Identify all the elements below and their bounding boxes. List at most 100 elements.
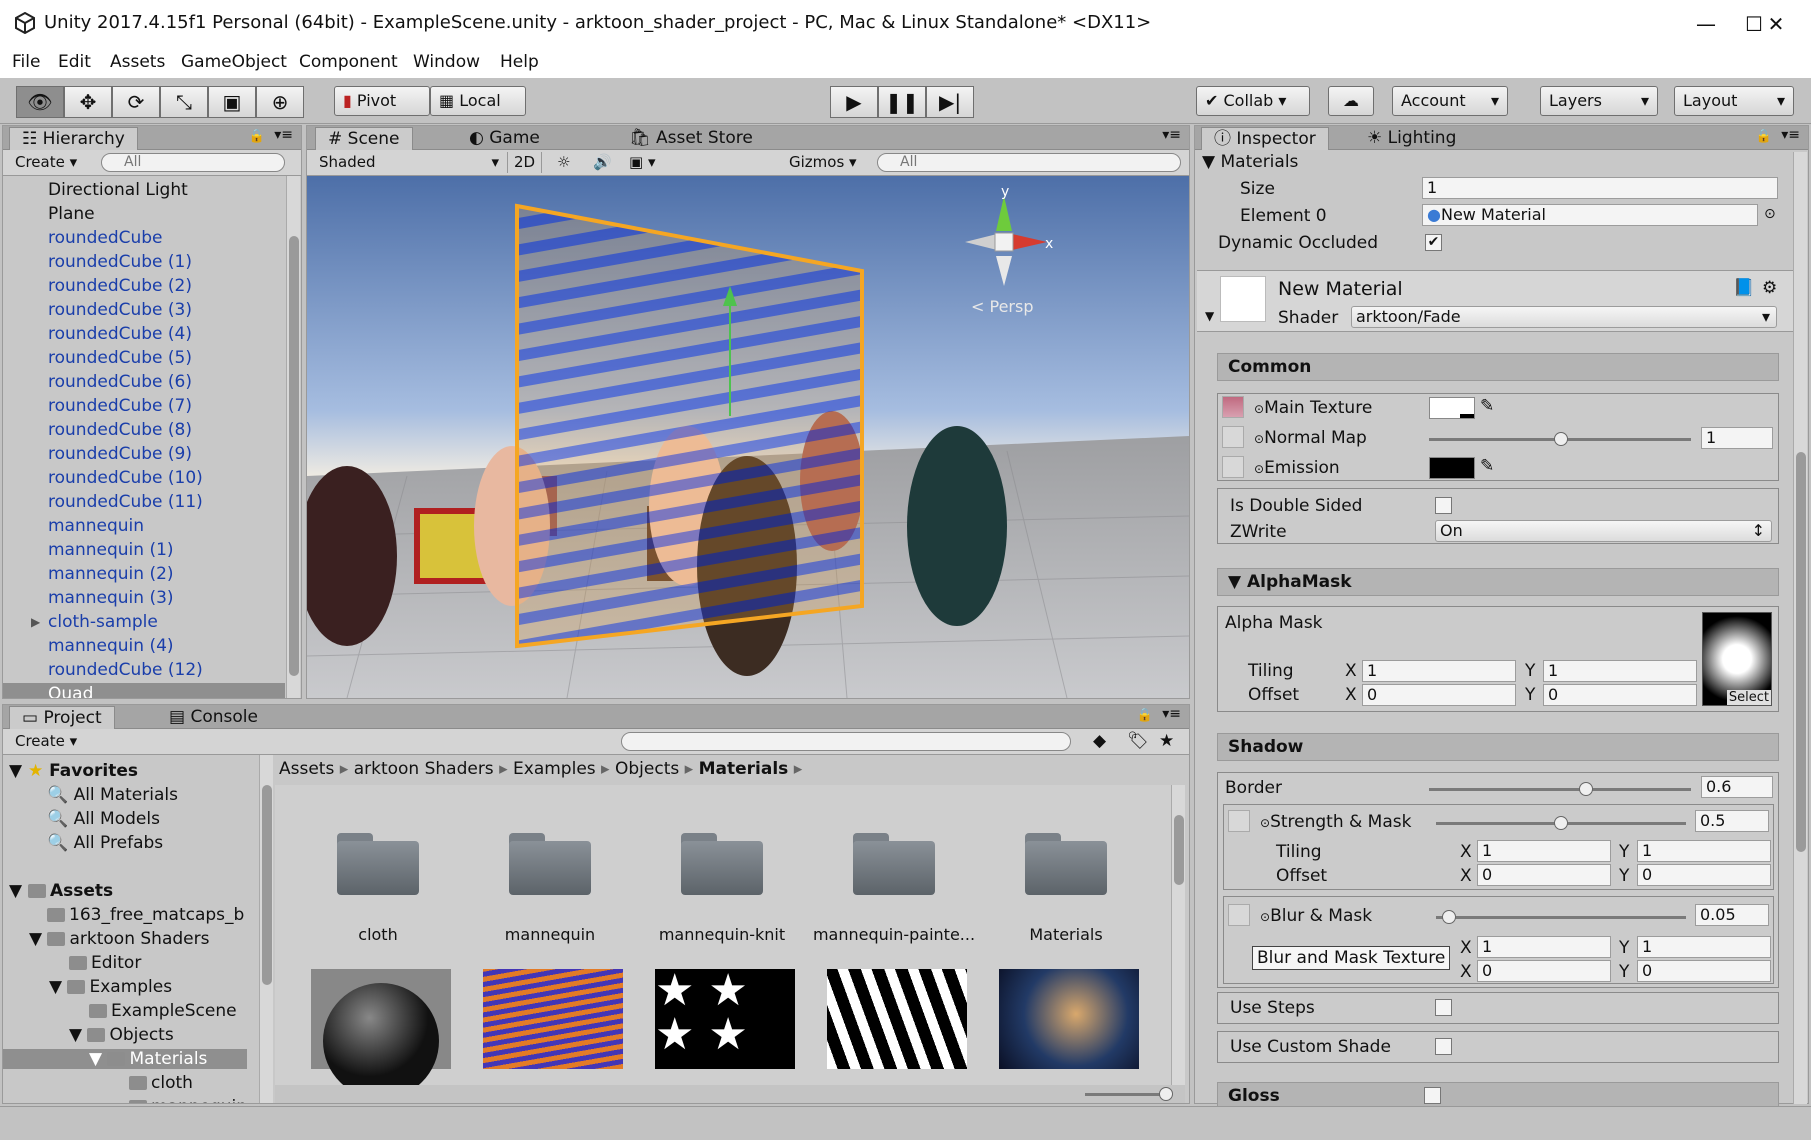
projection-label[interactable]: < Persp — [971, 297, 1033, 316]
strength-slider-knob[interactable] — [1554, 816, 1568, 830]
hierarchy-item[interactable]: mannequin (2) — [48, 563, 174, 585]
tab-inspector[interactable]: ⓘ Inspector — [1201, 127, 1329, 150]
breadcrumb-item[interactable]: Examples — [513, 759, 596, 779]
tree-item[interactable]: ▼ Examples — [49, 977, 172, 997]
breadcrumb-item-current[interactable]: Materials — [699, 759, 789, 779]
breadcrumb-item[interactable]: Assets — [279, 759, 334, 779]
audio-toggle-icon[interactable]: 🔊 — [587, 152, 618, 173]
layers-dropdown[interactable]: Layers ▾ — [1540, 86, 1658, 116]
tree-item[interactable]: cloth — [129, 1073, 193, 1093]
assets-header[interactable]: ▼ Assets — [9, 881, 113, 901]
filter-type-icon[interactable]: ◆ — [1093, 731, 1106, 751]
hierarchy-item[interactable]: mannequin (1) — [48, 539, 174, 561]
folder-label[interactable]: Materials — [981, 925, 1151, 944]
scroll-thumb[interactable] — [1796, 452, 1806, 852]
folder-label[interactable]: cloth — [293, 925, 463, 944]
blur-field[interactable]: 0.05 — [1695, 904, 1769, 926]
section-alphamask[interactable]: ▼ AlphaMask — [1217, 568, 1779, 596]
tab-scene[interactable]: # Scene — [315, 127, 413, 150]
selected-quad[interactable] — [515, 203, 864, 649]
emission-thumb[interactable] — [1222, 456, 1244, 478]
filter-label-icon[interactable]: 🏷 — [1127, 731, 1149, 751]
project-search-input[interactable] — [621, 732, 1071, 751]
2d-toggle[interactable]: 2D — [507, 152, 543, 173]
hierarchy-item[interactable]: Plane — [48, 203, 95, 225]
menu-gameobject[interactable]: GameObject — [181, 52, 287, 72]
lock-icon[interactable]: 🔒 — [1137, 708, 1153, 723]
folder-label[interactable]: mannequin-knit — [637, 925, 807, 944]
hierarchy-item[interactable]: roundedCube (8) — [48, 419, 192, 441]
tree-item[interactable]: ExampleScene — [89, 1001, 237, 1021]
section-common[interactable]: Common — [1217, 353, 1779, 381]
alpha-offset-y[interactable]: 0 — [1543, 684, 1697, 706]
cloud-icon[interactable]: ☁ — [1328, 86, 1374, 116]
account-dropdown[interactable]: Account ▾ — [1392, 86, 1508, 116]
favorite-item[interactable]: 🔍 All Prefabs — [47, 833, 163, 853]
emission-color-swatch[interactable] — [1429, 457, 1475, 479]
eyedropper-icon[interactable]: ✎ — [1480, 396, 1494, 416]
pause-button-icon[interactable]: ❚❚ — [878, 86, 926, 118]
inspector-scrollbar[interactable] — [1793, 152, 1807, 1104]
tab-asset-store[interactable]: 🛍 Asset Store — [617, 127, 765, 150]
move-tool-icon[interactable]: ✥ — [64, 86, 112, 118]
stripe-texture-thumbnail[interactable] — [827, 969, 967, 1069]
breadcrumb-item[interactable]: Objects — [615, 759, 679, 779]
main-texture-thumb[interactable] — [1222, 396, 1244, 418]
lighting-toggle-icon[interactable]: ☼ — [551, 152, 576, 173]
menu-window[interactable]: Window — [413, 52, 480, 72]
eyedropper-icon[interactable]: ✎ — [1480, 456, 1494, 476]
gloss-checkbox[interactable] — [1424, 1087, 1441, 1104]
hierarchy-item[interactable]: mannequin (3) — [48, 587, 174, 609]
favorite-item[interactable]: 🔍 All Materials — [47, 785, 178, 805]
hierarchy-item[interactable]: mannequin — [48, 515, 144, 537]
double-sided-checkbox[interactable] — [1435, 497, 1452, 514]
section-shadow[interactable]: Shadow — [1217, 733, 1779, 761]
strength-field[interactable]: 0.5 — [1695, 810, 1769, 832]
local-button[interactable]: ▦ Local — [430, 86, 526, 116]
dynamic-occluded-checkbox[interactable]: ✔ — [1425, 234, 1442, 251]
texture-select-button[interactable]: Select — [1726, 690, 1771, 705]
gizmos-dropdown[interactable]: Gizmos ▾ — [783, 152, 863, 173]
foldout-arrow-icon[interactable]: ▼ — [1205, 309, 1214, 323]
matcap-thumbnail[interactable] — [999, 969, 1139, 1069]
material-thumbnail[interactable] — [311, 969, 451, 1085]
step-button-icon[interactable]: ▶| — [926, 86, 974, 118]
panel-menu-icon[interactable]: ▾≡ — [1162, 127, 1181, 143]
size-field[interactable]: 1 — [1422, 177, 1778, 199]
blur-tiling-x[interactable]: 1 — [1477, 936, 1611, 958]
help-book-icon[interactable]: 📘 — [1733, 278, 1754, 298]
menu-help[interactable]: Help — [500, 52, 539, 72]
folder-icon[interactable] — [681, 831, 763, 895]
strength-tiling-y[interactable]: 1 — [1637, 840, 1771, 862]
hierarchy-item[interactable]: roundedCube (4) — [48, 323, 192, 345]
zoom-slider-knob[interactable] — [1159, 1087, 1173, 1101]
alpha-mask-texture-slot[interactable]: Select — [1702, 612, 1772, 706]
hierarchy-item[interactable]: roundedCube (5) — [48, 347, 192, 369]
hierarchy-item[interactable]: mannequin (4) — [48, 635, 174, 657]
scene-search-input[interactable]: All — [877, 153, 1181, 172]
object-picker-icon[interactable]: ⊙ — [1764, 206, 1776, 222]
mannequin-object[interactable] — [907, 426, 1007, 626]
scene-viewport[interactable]: y x < Persp — [307, 176, 1189, 698]
alpha-tiling-y[interactable]: 1 — [1543, 660, 1697, 682]
play-button-icon[interactable]: ▶ — [830, 86, 878, 118]
menu-component[interactable]: Component — [299, 52, 398, 72]
use-custom-shade-checkbox[interactable] — [1435, 1038, 1452, 1055]
border-field[interactable]: 0.6 — [1701, 776, 1773, 798]
zwrite-dropdown[interactable]: On ↕ — [1435, 520, 1772, 542]
tree-item[interactable]: mannequin — [129, 1097, 247, 1103]
scroll-thumb[interactable] — [289, 236, 299, 676]
hierarchy-item[interactable]: roundedCube (10) — [48, 467, 203, 489]
scroll-thumb[interactable] — [262, 785, 272, 985]
asset-grid-scrollbar[interactable] — [1171, 785, 1185, 1085]
gear-icon[interactable]: ⚙ — [1762, 278, 1777, 298]
shading-dropdown[interactable]: Shaded ▾ — [313, 152, 503, 173]
blur-offset-x[interactable]: 0 — [1477, 960, 1611, 982]
panel-menu-icon[interactable]: ▾≡ — [274, 127, 293, 143]
folder-label[interactable]: mannequin — [465, 925, 635, 944]
strength-tiling-x[interactable]: 1 — [1477, 840, 1611, 862]
hierarchy-item[interactable]: cloth-sample — [48, 611, 158, 633]
menu-file[interactable]: File — [12, 52, 40, 72]
strength-offset-y[interactable]: 0 — [1637, 864, 1771, 886]
hierarchy-scrollbar[interactable] — [286, 176, 300, 698]
